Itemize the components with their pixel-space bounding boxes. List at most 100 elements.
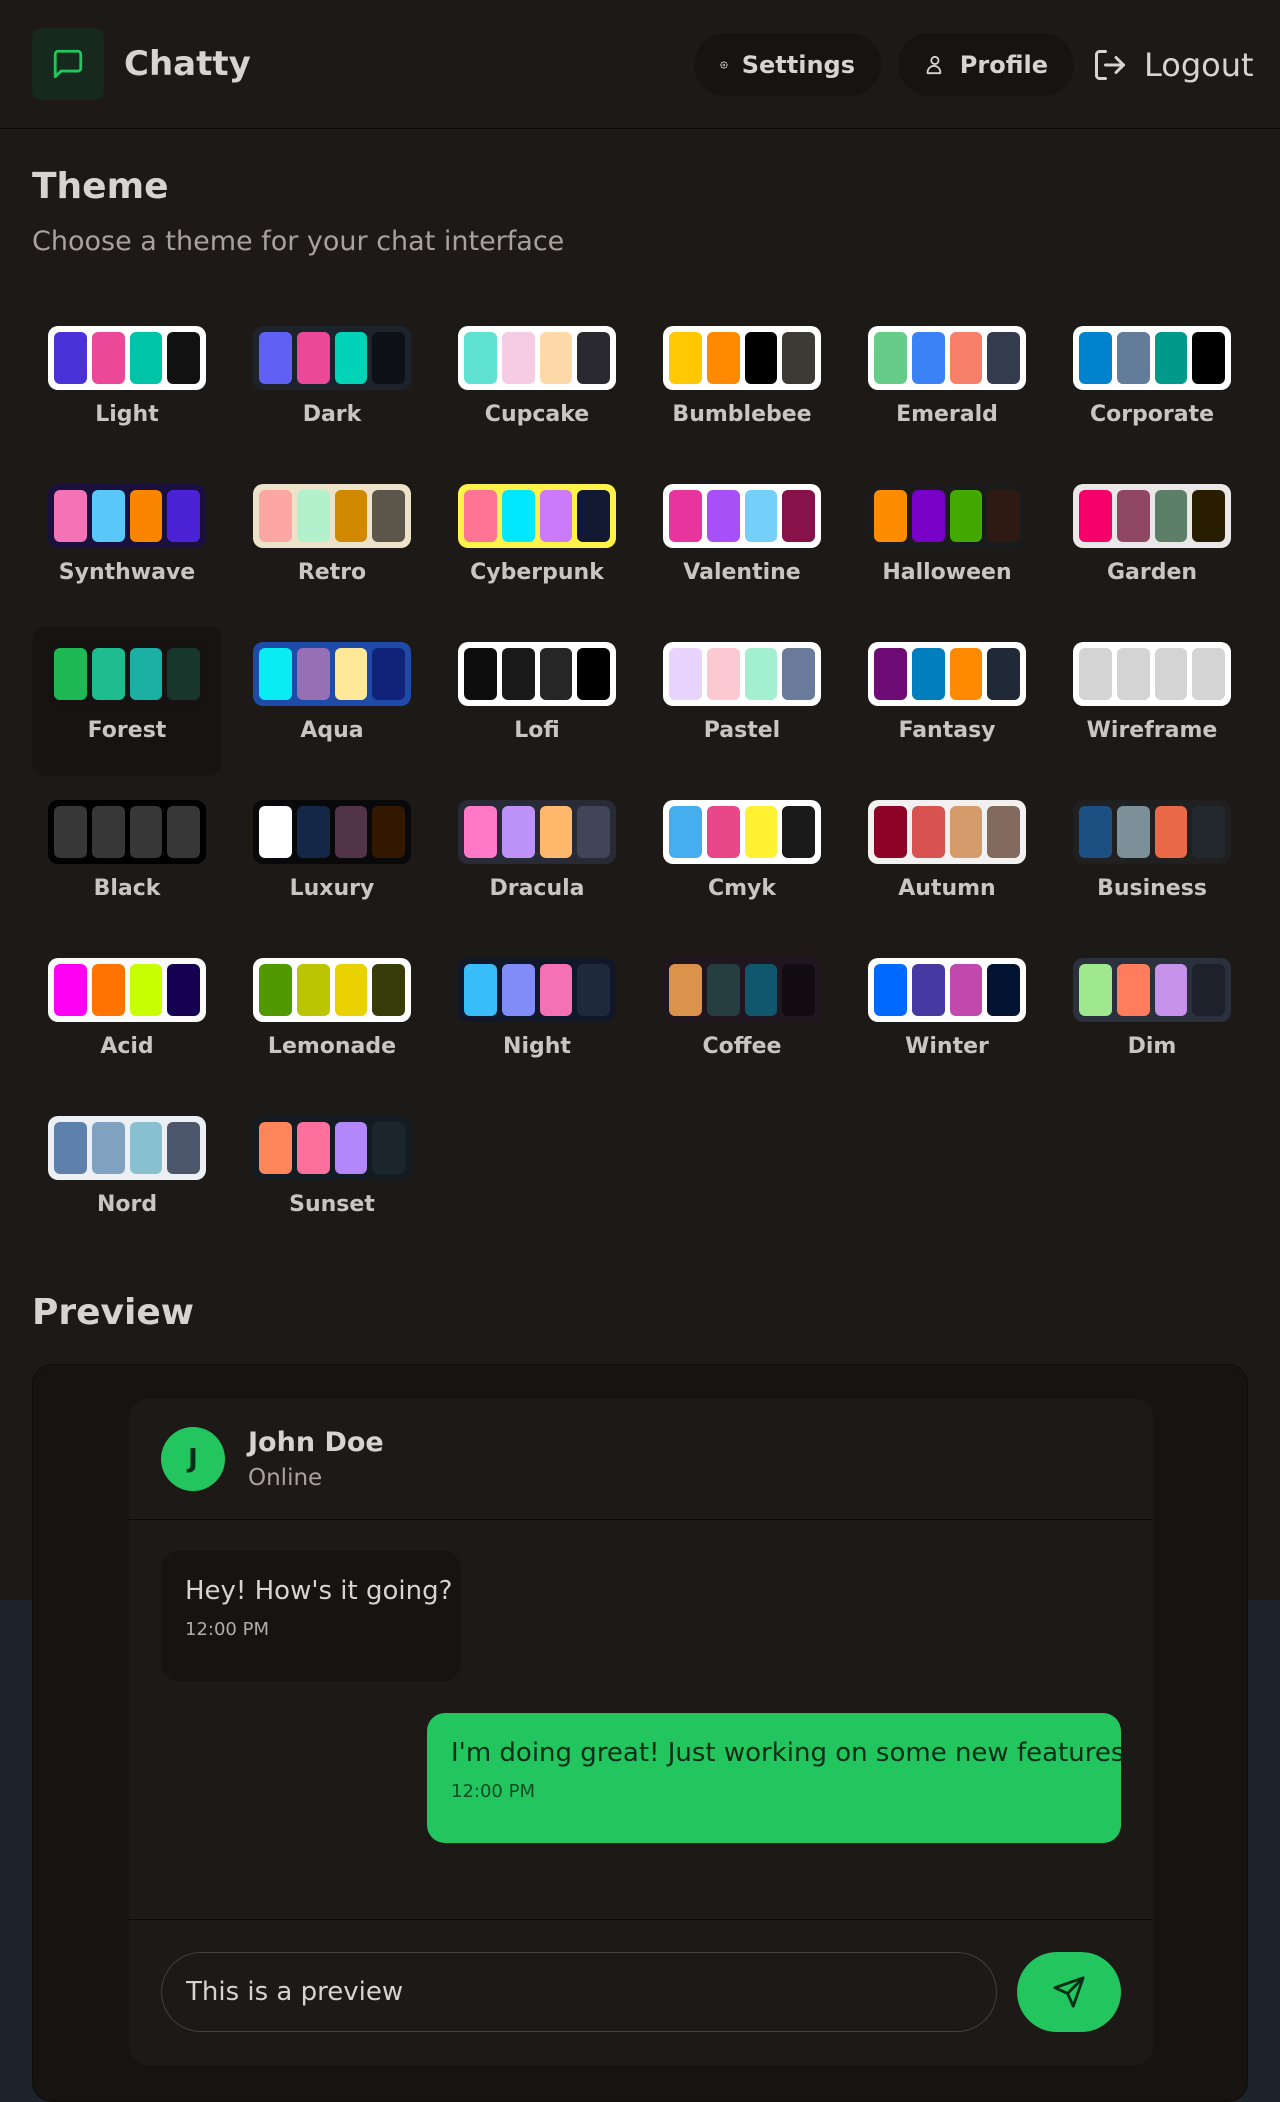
swatch-color: [167, 964, 200, 1016]
swatch-color: [949, 490, 983, 542]
swatch-color: [129, 490, 163, 542]
swatch-color: [874, 964, 907, 1016]
swatch-color: [54, 648, 87, 700]
swatch-color: [874, 490, 907, 542]
theme-option-winter[interactable]: Winter: [852, 942, 1042, 1092]
settings-button[interactable]: Settings: [694, 33, 881, 96]
theme-option-cupcake[interactable]: Cupcake: [442, 310, 632, 460]
theme-option-dark[interactable]: Dark: [237, 310, 427, 460]
theme-option-lemonade[interactable]: Lemonade: [237, 942, 427, 1092]
theme-option-garden[interactable]: Garden: [1057, 468, 1247, 618]
theme-option-lofi[interactable]: Lofi: [442, 626, 632, 776]
theme-option-fantasy[interactable]: Fantasy: [852, 626, 1042, 776]
theme-option-cmyk[interactable]: Cmyk: [647, 784, 837, 934]
message-time: 12:00 PM: [185, 1619, 269, 1640]
theme-swatch: [663, 326, 821, 390]
theme-option-dim[interactable]: Dim: [1057, 942, 1247, 1092]
swatch-color: [1192, 332, 1225, 384]
theme-name: Sunset: [289, 1192, 375, 1217]
swatch-color: [949, 964, 983, 1016]
swatch-color: [669, 332, 702, 384]
message-bubble-sent: I'm doing great! Just working on some ne…: [427, 1713, 1133, 1843]
theme-option-bumblebee[interactable]: Bumblebee: [647, 310, 837, 460]
chat-preview-card: J John Doe Online Hey! How's it going? 1…: [129, 1399, 1153, 2065]
gear-icon: [720, 60, 728, 69]
theme-name: Pastel: [703, 718, 781, 743]
theme-option-dracula[interactable]: Dracula: [442, 784, 632, 934]
theme-swatch: [458, 958, 616, 1022]
theme-swatch: [868, 800, 1026, 864]
swatch-color: [911, 648, 945, 700]
swatch-color: [129, 964, 163, 1016]
app-title[interactable]: Chatty: [124, 40, 251, 88]
app-logo[interactable]: [32, 28, 104, 100]
message-input-bar: [129, 1919, 1153, 2065]
send-button[interactable]: [1017, 1952, 1121, 2032]
swatch-color: [669, 648, 702, 700]
swatch-color: [1154, 490, 1188, 542]
theme-option-forest[interactable]: Forest: [32, 626, 222, 776]
swatch-color: [91, 332, 125, 384]
swatch-color: [372, 806, 405, 858]
theme-option-cyberpunk[interactable]: Cyberpunk: [442, 468, 632, 618]
theme-option-wireframe[interactable]: Wireframe: [1057, 626, 1247, 776]
swatch-color: [669, 964, 702, 1016]
theme-name: Dark: [302, 402, 362, 427]
theme-swatch: [253, 1116, 411, 1180]
theme-swatch: [1073, 642, 1231, 706]
theme-name: Lofi: [514, 718, 560, 743]
theme-name: Cyberpunk: [470, 560, 604, 585]
swatch-color: [129, 806, 163, 858]
swatch-color: [874, 806, 907, 858]
theme-name: Light: [95, 402, 159, 427]
theme-option-pastel[interactable]: Pastel: [647, 626, 837, 776]
theme-option-black[interactable]: Black: [32, 784, 222, 934]
theme-option-light[interactable]: Light: [32, 310, 222, 460]
swatch-color: [1116, 490, 1150, 542]
theme-option-aqua[interactable]: Aqua: [237, 626, 427, 776]
swatch-color: [669, 806, 702, 858]
theme-option-coffee[interactable]: Coffee: [647, 942, 837, 1092]
swatch-color: [54, 490, 87, 542]
swatch-color: [577, 490, 610, 542]
swatch-color: [464, 964, 497, 1016]
theme-option-nord[interactable]: Nord: [32, 1100, 222, 1250]
preview-heading: Preview: [32, 1292, 195, 1333]
message-time: 12:00 PM: [451, 1781, 535, 1802]
profile-button[interactable]: Profile: [898, 33, 1074, 96]
swatch-color: [782, 964, 815, 1016]
swatch-color: [91, 1122, 125, 1174]
swatch-color: [296, 332, 330, 384]
theme-option-autumn[interactable]: Autumn: [852, 784, 1042, 934]
theme-swatch: [253, 326, 411, 390]
swatch-color: [1116, 332, 1150, 384]
theme-option-sunset[interactable]: Sunset: [237, 1100, 427, 1250]
user-icon: [926, 55, 942, 74]
theme-option-halloween[interactable]: Halloween: [852, 468, 1042, 618]
swatch-color: [539, 332, 573, 384]
swatch-color: [744, 806, 778, 858]
swatch-color: [259, 332, 292, 384]
theme-swatch: [1073, 326, 1231, 390]
swatch-color: [296, 648, 330, 700]
theme-option-corporate[interactable]: Corporate: [1057, 310, 1247, 460]
swatch-color: [91, 490, 125, 542]
theme-name: Bumblebee: [672, 402, 812, 427]
swatch-color: [334, 648, 368, 700]
theme-option-night[interactable]: Night: [442, 942, 632, 1092]
theme-option-business[interactable]: Business: [1057, 784, 1247, 934]
theme-heading: Theme: [32, 166, 169, 207]
theme-name: Cupcake: [484, 402, 590, 427]
theme-option-retro[interactable]: Retro: [237, 468, 427, 618]
theme-option-emerald[interactable]: Emerald: [852, 310, 1042, 460]
theme-option-valentine[interactable]: Valentine: [647, 468, 837, 618]
theme-option-acid[interactable]: Acid: [32, 942, 222, 1092]
message-input[interactable]: [161, 1952, 997, 2032]
theme-option-luxury[interactable]: Luxury: [237, 784, 427, 934]
theme-subheading: Choose a theme for your chat interface: [32, 226, 565, 257]
theme-name: Lemonade: [267, 1034, 397, 1059]
theme-name: Night: [503, 1034, 571, 1059]
logout-button[interactable]: Logout: [1092, 36, 1254, 94]
swatch-color: [911, 806, 945, 858]
theme-option-synthwave[interactable]: Synthwave: [32, 468, 222, 618]
